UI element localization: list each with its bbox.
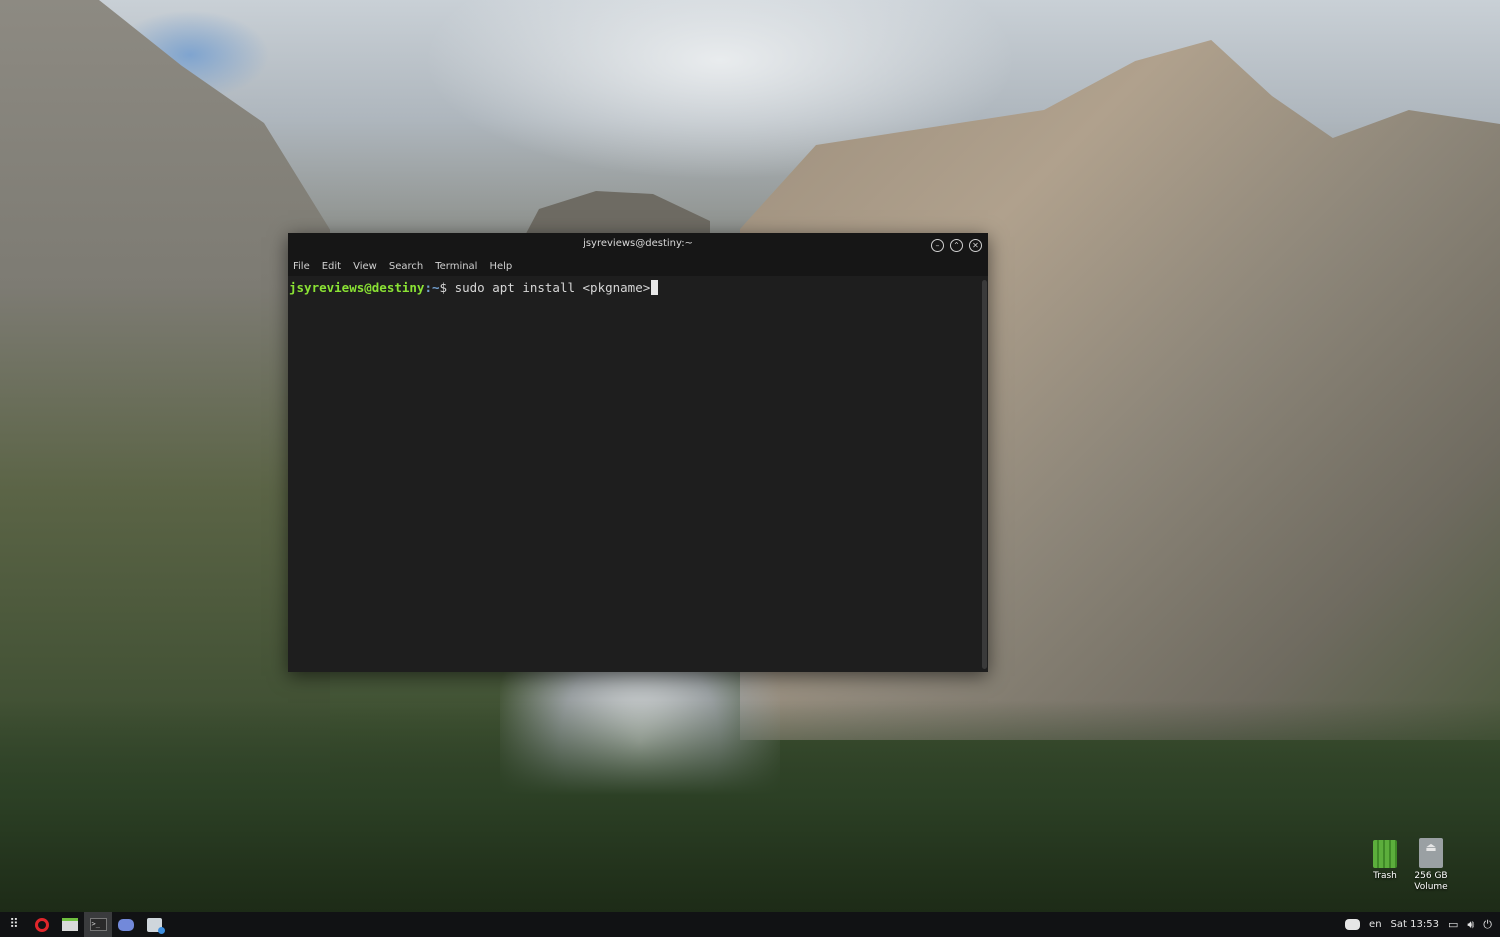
- menu-help[interactable]: Help: [489, 261, 512, 272]
- window-controls: – ⌃ ✕: [931, 239, 982, 252]
- keyboard-language[interactable]: en: [1369, 919, 1382, 930]
- volume-label: 256 GB Volume: [1414, 871, 1448, 892]
- prompt-symbol: $: [439, 280, 448, 295]
- menu-terminal[interactable]: Terminal: [435, 261, 477, 272]
- prompt-user-host: jsyreviews@destiny: [289, 280, 425, 295]
- terminal-window[interactable]: jsyreviews@destiny:~ – ⌃ ✕ File Edit Vie…: [288, 233, 988, 672]
- app-grid-icon[interactable]: ⠿: [0, 912, 28, 937]
- desktop-icon-volume[interactable]: 256 GB Volume: [1408, 838, 1454, 893]
- text-cursor: [651, 280, 659, 295]
- discord-icon[interactable]: [112, 912, 140, 937]
- trash-icon: [1373, 840, 1397, 868]
- drive-icon: [1419, 838, 1443, 868]
- power-icon[interactable]: ⏻: [1483, 918, 1492, 932]
- opera-icon[interactable]: [28, 912, 56, 937]
- close-button[interactable]: ✕: [969, 239, 982, 252]
- menu-search[interactable]: Search: [389, 261, 423, 272]
- window-title: jsyreviews@destiny:~: [583, 238, 693, 249]
- terminal-titlebar[interactable]: jsyreviews@destiny:~ – ⌃ ✕: [288, 233, 988, 257]
- command-text: sudo apt install <pkgname>: [447, 280, 651, 295]
- files-icon[interactable]: [56, 912, 84, 937]
- terminal-scrollbar[interactable]: [982, 280, 987, 669]
- terminal-menubar: File Edit View Search Terminal Help: [288, 257, 988, 276]
- tray-discord-icon[interactable]: [1345, 919, 1361, 930]
- software-store-icon[interactable]: [140, 912, 168, 937]
- maximize-button[interactable]: ⌃: [950, 239, 963, 252]
- menu-file[interactable]: File: [293, 261, 310, 272]
- minimize-button[interactable]: –: [931, 239, 944, 252]
- menu-view[interactable]: View: [353, 261, 377, 272]
- terminal-icon[interactable]: >_: [84, 912, 112, 937]
- display-icon[interactable]: ▭: [1448, 918, 1458, 931]
- volume-icon[interactable]: 🔊︎: [1467, 918, 1474, 932]
- clock[interactable]: Sat 13:53: [1391, 919, 1439, 930]
- trash-label: Trash: [1373, 871, 1397, 881]
- prompt-path: :~: [424, 280, 440, 295]
- taskbar: ⠿ >_ en Sat 13:53 ▭ 🔊︎ ⏻: [0, 912, 1500, 937]
- menu-edit[interactable]: Edit: [322, 261, 341, 272]
- terminal-output[interactable]: jsyreviews@destiny:~$ sudo apt install <…: [288, 276, 980, 672]
- desktop-icon-trash[interactable]: Trash: [1362, 840, 1408, 882]
